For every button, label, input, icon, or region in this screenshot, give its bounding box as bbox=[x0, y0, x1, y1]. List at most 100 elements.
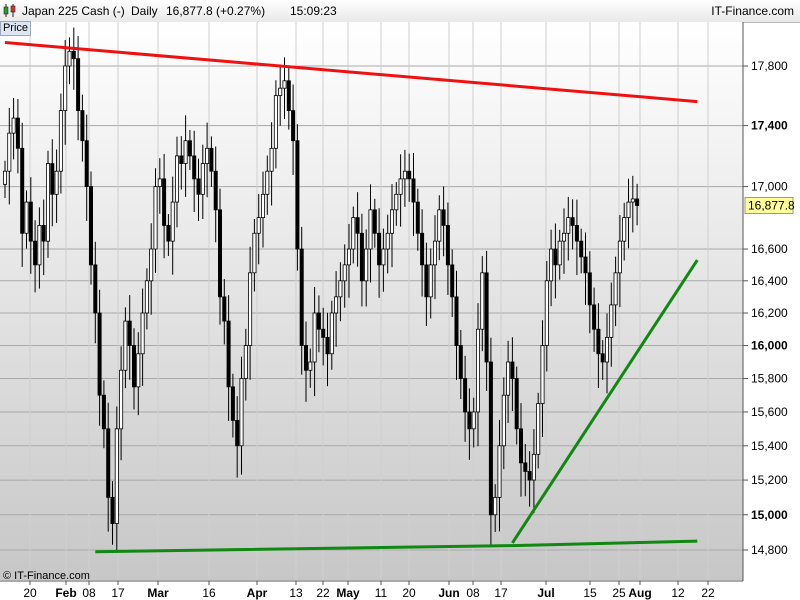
y-tick-label: 15,800 bbox=[751, 372, 788, 386]
candle-body bbox=[342, 264, 347, 282]
candle-body bbox=[574, 225, 579, 242]
candle-body bbox=[303, 345, 308, 371]
y-tick-label: 14,800 bbox=[751, 543, 788, 557]
candle-body bbox=[28, 201, 33, 242]
candle-body bbox=[295, 140, 300, 250]
candle-body bbox=[50, 163, 55, 195]
x-tick-label: 22 bbox=[316, 586, 330, 600]
candle-body bbox=[377, 232, 382, 266]
y-tick-label: 15,400 bbox=[751, 439, 788, 453]
x-tick-label: May bbox=[336, 586, 360, 600]
candle-body bbox=[549, 248, 554, 282]
candle-body bbox=[239, 378, 244, 447]
candle-body bbox=[286, 80, 291, 111]
candle-body bbox=[76, 58, 81, 111]
candle-body bbox=[110, 496, 115, 524]
x-tick-label: 16 bbox=[202, 586, 216, 600]
y-tick-label: 16,600 bbox=[751, 242, 788, 256]
candle-body bbox=[97, 312, 102, 396]
candle-body bbox=[119, 369, 124, 430]
candle-body bbox=[209, 147, 214, 172]
candle-body bbox=[205, 147, 210, 164]
x-tick-label: 12 bbox=[671, 586, 685, 600]
candle-body bbox=[174, 155, 179, 203]
price-chart: 14,800 15,000 15,200 15,400 15,600 15,800 16,0… bbox=[0, 22, 795, 600]
candle-body bbox=[131, 345, 136, 388]
candle-body bbox=[428, 264, 433, 298]
x-tick-label: 17 bbox=[494, 586, 508, 600]
candle-body bbox=[566, 217, 571, 234]
candle-body bbox=[609, 304, 614, 338]
candle-body bbox=[411, 178, 416, 203]
candle-body bbox=[626, 201, 631, 219]
candle-body bbox=[269, 147, 274, 172]
y-tick-label: 16,200 bbox=[751, 306, 788, 320]
candle-body bbox=[583, 256, 588, 274]
candle-body bbox=[635, 198, 640, 206]
candle-body bbox=[123, 320, 128, 371]
candle-body bbox=[592, 304, 597, 330]
x-tick-label: 20 bbox=[23, 586, 37, 600]
candle-body bbox=[484, 272, 489, 363]
y-tick-label: 16,000 bbox=[751, 339, 788, 353]
candle-body bbox=[325, 336, 330, 355]
candle-body bbox=[493, 496, 498, 516]
candle-body bbox=[235, 419, 240, 447]
candle-body bbox=[544, 280, 549, 346]
candle-body bbox=[497, 445, 502, 498]
candle-body bbox=[570, 217, 575, 226]
candle-body bbox=[506, 361, 511, 396]
candle-body bbox=[562, 232, 567, 242]
candle-body bbox=[144, 280, 149, 314]
candle-body bbox=[437, 209, 442, 242]
candle-body bbox=[407, 170, 412, 180]
candle-body bbox=[153, 186, 158, 250]
candle-body bbox=[101, 394, 106, 430]
candle-body bbox=[58, 110, 63, 172]
candle-body bbox=[179, 155, 184, 164]
candle-body bbox=[432, 240, 437, 266]
candle-body bbox=[3, 170, 8, 185]
candle-body bbox=[385, 232, 390, 250]
candle-body bbox=[351, 217, 356, 250]
x-axis: 20 Feb 08 17 Mar 16 Apr 13 22 May 11 20 Jun 08 17 Jul 15… bbox=[23, 581, 715, 600]
candle-body bbox=[33, 240, 38, 266]
candle-body bbox=[334, 296, 339, 314]
x-tick-label: Jun bbox=[438, 586, 459, 600]
candle-body bbox=[622, 217, 627, 242]
candle-body bbox=[192, 155, 197, 180]
y-axis: 14,800 15,000 15,200 15,400 15,600 15,800 16,0… bbox=[743, 59, 788, 557]
candle-body bbox=[463, 378, 468, 413]
candle-body bbox=[540, 345, 545, 404]
candle-body bbox=[84, 140, 89, 187]
x-tick-label: Apr bbox=[247, 586, 268, 600]
candle-body bbox=[106, 428, 111, 498]
candle-body bbox=[243, 345, 248, 379]
candle-body bbox=[71, 50, 76, 60]
candle-body bbox=[282, 80, 287, 89]
candle-body bbox=[475, 328, 480, 413]
x-tick-label: Mar bbox=[147, 586, 169, 600]
x-tick-label: 25 bbox=[612, 586, 626, 600]
candle-body bbox=[372, 209, 377, 234]
candle-body bbox=[316, 312, 321, 330]
candle-body bbox=[256, 217, 261, 234]
copyright-text: © IT-Finance.com bbox=[3, 570, 90, 582]
candle-body bbox=[226, 320, 231, 388]
candle-body bbox=[441, 209, 446, 226]
candle-body bbox=[183, 140, 188, 164]
candle-body bbox=[222, 296, 227, 322]
x-tick-label: 17 bbox=[111, 586, 125, 600]
candle-body bbox=[11, 117, 16, 134]
candle-body bbox=[600, 353, 605, 363]
candle-body bbox=[514, 378, 519, 430]
candle-body bbox=[127, 320, 132, 346]
candle-body bbox=[273, 95, 278, 149]
candle-body bbox=[37, 225, 42, 266]
candle-body bbox=[587, 272, 592, 306]
candle-body bbox=[89, 186, 94, 266]
x-tick-label: Feb bbox=[55, 586, 76, 600]
candle-body bbox=[149, 248, 154, 282]
x-tick-label: Aug bbox=[628, 586, 651, 600]
candle-body bbox=[389, 209, 394, 234]
